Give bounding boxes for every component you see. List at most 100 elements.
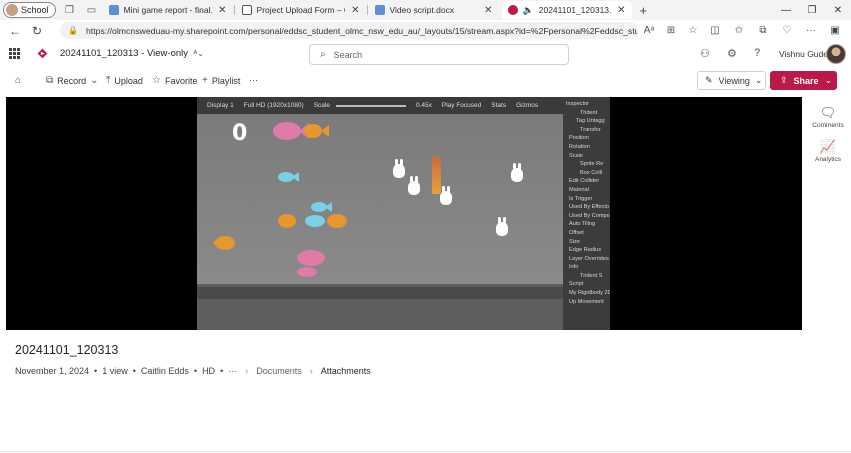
tab-title: 20241101_120313.mp4 — [538, 5, 612, 15]
back-icon[interactable]: ← — [4, 24, 26, 38]
teams-icon[interactable]: ⚇ — [700, 47, 710, 60]
tab-actions-icon[interactable]: ▭ — [84, 2, 100, 18]
chevron-right-icon: › — [309, 366, 313, 376]
gear-icon[interactable]: ⚙ — [727, 47, 737, 60]
share-button[interactable]: ⇪ Share ⌄ — [770, 71, 837, 90]
playlist-label: Playlist — [211, 75, 241, 86]
inspector-line: Trident S — [580, 272, 603, 279]
tab-title: Mini game report - final.docx — [123, 5, 213, 15]
refresh-icon[interactable]: ↻ — [26, 24, 48, 38]
url-field[interactable]: 🔒 https://olmcnsweduau-my.sharepoint.com… — [60, 22, 638, 39]
comment-icon: 🗨 — [819, 105, 837, 120]
breadcrumb-overflow[interactable]: ··· — [228, 366, 237, 376]
inspector-line: Rotation — [569, 143, 590, 150]
inspector-line: Scale — [569, 152, 583, 159]
upload-button[interactable]: ⤒ Upload — [106, 75, 143, 86]
game-view: 0 — [197, 114, 563, 284]
chevron-down-icon: ⌄ — [754, 75, 763, 85]
tab-video-mp4[interactable]: 🔈 20241101_120313.mp4 ✕ — [501, 1, 632, 19]
score-counter: 0 — [232, 121, 248, 146]
close-tab-icon[interactable]: ✕ — [351, 5, 359, 16]
inspector-line: Used By Compo — [569, 212, 610, 219]
home-icon: ⌂ — [15, 75, 22, 86]
viewing-mode-button[interactable]: ✎ Viewing ⌄ — [697, 71, 766, 90]
comments-label: Comments — [812, 122, 844, 129]
bunny-sprite — [393, 159, 405, 178]
browser-essentials-icon[interactable]: ♡ — [775, 25, 799, 36]
display-dropdown: Display 1 — [207, 102, 234, 109]
bunny-sprite — [440, 186, 452, 205]
split-screen-icon[interactable]: ◫ — [703, 25, 727, 36]
owner-name[interactable]: Caitlin Edds — [141, 366, 189, 376]
comments-button[interactable]: 🗨 Comments — [805, 105, 851, 129]
minimize-icon[interactable]: — — [773, 5, 799, 16]
upload-date: November 1, 2024 — [15, 366, 90, 376]
share-label: Share — [793, 75, 819, 86]
tab-project-upload-form[interactable]: Project Upload Form – Optimize ✕ — [236, 1, 368, 19]
app-launcher-icon[interactable] — [9, 48, 20, 59]
collections-icon[interactable]: ⧉ — [751, 25, 775, 36]
shared-chevron-icon[interactable]: ᴬ⌄ — [194, 49, 204, 58]
sidebar-toggle-icon[interactable]: ▣ — [823, 25, 847, 36]
help-icon[interactable]: ? — [754, 47, 760, 59]
analytics-icon: 📈 — [819, 139, 837, 154]
new-tab-icon[interactable]: + — [640, 3, 648, 18]
favorite-star-icon[interactable]: ☆ — [682, 25, 704, 36]
home-button[interactable]: ⌂ — [15, 75, 25, 86]
inspector-line: Layer Overrides — [569, 255, 609, 262]
analytics-button[interactable]: 📈 Analytics — [805, 139, 851, 163]
avatar[interactable] — [826, 44, 846, 64]
restore-icon[interactable]: ❐ — [799, 5, 825, 16]
tab-mini-game-report[interactable]: Mini game report - final.docx ✕ — [103, 1, 235, 19]
inspector-line: Is Trigger — [569, 195, 593, 202]
workspaces-icon[interactable]: ❐ — [62, 2, 78, 18]
breadcrumb-documents[interactable]: Documents — [256, 366, 302, 376]
close-window-icon[interactable]: ✕ — [825, 5, 851, 16]
search-input[interactable]: ⌕ Search — [309, 44, 569, 65]
speaker-icon[interactable]: 🔈 — [523, 5, 534, 16]
record-label: Record — [57, 75, 87, 86]
viewing-label: Viewing — [718, 75, 750, 86]
tab-video-script[interactable]: Video script.docx ✕ — [369, 1, 499, 19]
rocket-sprite — [432, 156, 441, 194]
bunny-sprite — [496, 217, 508, 236]
upload-icon: ⤒ — [106, 75, 111, 86]
video-player[interactable]: Display 1 Full HD (1920x1080) Scale 0.45… — [6, 97, 802, 330]
window-controls: — ❐ ✕ — [773, 0, 851, 20]
inspector-line: Box Colli — [580, 169, 603, 176]
page-title-text: 20241101_120313 - View-only — [60, 48, 188, 59]
settings-more-icon[interactable]: ··· — [799, 25, 823, 36]
chevron-right-icon: › — [245, 366, 249, 376]
separator-dot: • — [94, 366, 98, 376]
close-tab-icon[interactable]: ✕ — [617, 5, 625, 16]
inspector-line: Edge Radius — [569, 247, 602, 254]
address-bar-row: ← ↻ 🔒 https://olmcnsweduau-my.sharepoint… — [0, 20, 851, 41]
record-button[interactable]: ⧉ Record ⌄ — [46, 75, 103, 86]
favorites-icon[interactable]: ✩ — [727, 25, 751, 36]
unity-game-toolbar: Display 1 Full HD (1920x1080) Scale 0.45… — [197, 97, 563, 114]
stream-logo-icon[interactable] — [36, 47, 49, 60]
inspector-line: Edit Collider — [569, 178, 600, 185]
more-commands-button[interactable]: ··· — [249, 75, 258, 85]
inspector-line: Up Movement — [569, 298, 604, 305]
fish-sprite-pink — [273, 122, 329, 140]
console-toolbar — [197, 287, 563, 299]
inspector-line: Material — [569, 186, 589, 193]
video-title: 20241101_120313 — [15, 343, 119, 357]
scale-slider — [335, 104, 406, 107]
app-available-icon[interactable]: ⊞ — [660, 25, 682, 36]
playlist-button[interactable]: + Playlist — [202, 75, 240, 86]
star-icon: ☆ — [152, 75, 161, 86]
fish-sprite-school — [278, 214, 347, 228]
scale-value: 0.45x — [415, 102, 432, 109]
breadcrumb-attachments[interactable]: Attachments — [321, 366, 371, 376]
plus-icon: + — [202, 75, 208, 86]
unity-console-area — [197, 284, 563, 330]
close-tab-icon[interactable]: ✕ — [218, 5, 226, 16]
read-aloud-icon[interactable]: Aᵃ — [638, 25, 660, 36]
browser-tab-strip: School ❐ ▭ Mini game report - final.docx… — [0, 0, 851, 20]
inspector-line: Offset — [569, 229, 584, 236]
close-tab-icon[interactable]: ✕ — [484, 5, 492, 16]
favorite-button[interactable]: ☆ Favorite — [152, 75, 197, 86]
profile-button[interactable]: School — [3, 2, 56, 18]
